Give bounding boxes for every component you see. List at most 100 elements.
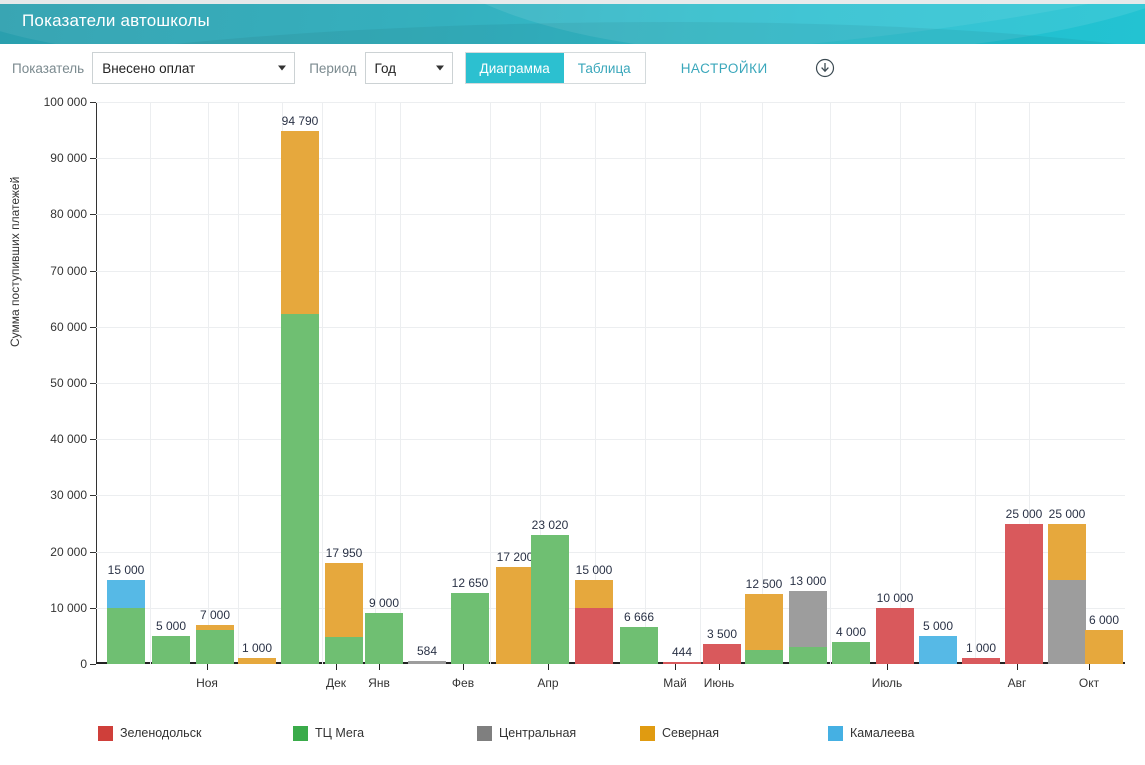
bar-value-label: 1 000 [241, 641, 273, 656]
chart-bar[interactable]: 17 950 [325, 546, 363, 664]
chart-bar[interactable]: 94 790 [281, 114, 319, 664]
chart-bar[interactable]: 25 000 [1048, 507, 1086, 664]
bar-value-label: 17 200 [496, 550, 534, 565]
chart-bar[interactable]: 3 500 [703, 627, 741, 664]
x-gridline [238, 102, 239, 664]
x-axis-tick-label: Фев [451, 676, 475, 690]
bar-segment[interactable] [832, 641, 870, 664]
bar-segment[interactable] [325, 563, 363, 638]
bar-segment[interactable] [919, 635, 957, 664]
bar-segment[interactable] [962, 658, 1000, 664]
bar-segment[interactable] [196, 624, 234, 631]
chart-bar[interactable]: 9 000 [365, 596, 403, 664]
chart-bar[interactable]: 584 [408, 644, 446, 664]
legend-item[interactable]: Центральная [477, 725, 576, 741]
chart-bar[interactable]: 5 000 [152, 619, 190, 664]
bar-segment[interactable] [496, 567, 534, 664]
tab-chart[interactable]: Диаграмма [465, 53, 564, 83]
legend-item[interactable]: Камалеева [828, 725, 915, 741]
chart-bar[interactable]: 15 000 [107, 563, 145, 664]
bar-value-label: 12 650 [451, 575, 489, 590]
settings-link[interactable]: НАСТРОЙКИ [681, 61, 768, 76]
bar-segment[interactable] [1048, 579, 1086, 664]
legend-item[interactable]: ТЦ Мега [293, 725, 364, 741]
chart-bar[interactable]: 5 000 [919, 619, 957, 664]
bar-segment[interactable] [1048, 523, 1086, 580]
x-axis-tick-mark [1017, 664, 1018, 670]
chart-bar[interactable]: 25 000 [1005, 507, 1043, 664]
chart-bar[interactable]: 10 000 [876, 591, 914, 664]
chart-bar[interactable]: 12 500 [745, 577, 783, 664]
y-gridline [96, 326, 1125, 328]
chart-bar[interactable]: 6 000 [1085, 613, 1123, 664]
bar-value-label: 5 000 [922, 618, 954, 633]
chart-bar[interactable]: 13 000 [789, 574, 827, 664]
bar-segment[interactable] [876, 607, 914, 664]
chart-bar[interactable]: 12 650 [451, 576, 489, 664]
x-axis-tick-mark [1089, 664, 1090, 670]
download-circle-icon[interactable] [814, 57, 836, 79]
bar-segment[interactable] [196, 630, 234, 664]
y-axis-tick-mark [90, 326, 96, 328]
bar-segment[interactable] [107, 607, 145, 664]
bar-segment[interactable] [281, 131, 319, 314]
y-axis-title: Сумма поступивших платежей [8, 176, 22, 347]
chart-bar[interactable]: 444 [663, 645, 701, 664]
x-axis-tick-label: Авг [1007, 676, 1027, 690]
bar-segment[interactable] [365, 613, 403, 664]
chart-bar[interactable]: 17 200 [496, 550, 534, 664]
y-gridline [96, 551, 1125, 553]
chart-bar[interactable]: 6 666 [620, 610, 658, 664]
bar-segment[interactable] [107, 579, 145, 608]
bar-segment[interactable] [703, 644, 741, 664]
legend-color-swatch [828, 725, 843, 741]
bar-segment[interactable] [620, 626, 658, 664]
bar-segment[interactable] [152, 635, 190, 664]
chart-bar[interactable]: 15 000 [575, 563, 613, 664]
bar-segment[interactable] [408, 660, 446, 664]
chart-bar[interactable]: 23 020 [531, 518, 569, 664]
bar-segment[interactable] [1005, 523, 1043, 664]
chart-bar[interactable]: 1 000 [962, 641, 1000, 664]
bar-segment[interactable] [1085, 630, 1123, 664]
x-gridline [400, 102, 401, 664]
tab-table[interactable]: Таблица [563, 53, 645, 83]
x-gridline [645, 102, 646, 664]
bar-segment[interactable] [575, 579, 613, 608]
legend-item[interactable]: Северная [640, 725, 719, 741]
x-gridline [830, 102, 831, 664]
chart-bar[interactable]: 7 000 [196, 608, 234, 664]
bar-value-label: 17 950 [325, 546, 363, 561]
y-axis-tick-mark [90, 270, 96, 272]
bar-value-label: 4 000 [835, 624, 867, 639]
bar-segment[interactable] [789, 647, 827, 664]
x-gridline [490, 102, 491, 664]
bar-segment[interactable] [281, 313, 319, 664]
indicator-select[interactable]: Внесено оплат [92, 52, 296, 84]
bar-segment[interactable] [789, 590, 827, 648]
legend-item[interactable]: Зеленодольск [98, 725, 201, 741]
x-axis-tick-label: Янв [368, 676, 390, 690]
bar-segment[interactable] [575, 607, 613, 664]
legend-label: Камалеева [850, 726, 915, 740]
bar-segment[interactable] [663, 661, 701, 664]
period-select[interactable]: Год [364, 52, 453, 84]
legend-color-swatch [477, 725, 492, 741]
legend-color-swatch [98, 725, 113, 741]
chart-bar[interactable]: 1 000 [238, 641, 276, 664]
bar-segment[interactable] [745, 593, 783, 650]
bar-value-label: 584 [416, 643, 438, 658]
y-axis-tick-mark [90, 664, 96, 665]
legend-color-swatch [640, 725, 655, 741]
bar-segment[interactable] [325, 637, 363, 664]
bar-value-label: 444 [671, 644, 693, 659]
bar-segment[interactable] [451, 592, 489, 664]
chart-bar[interactable]: 4 000 [832, 625, 870, 664]
bar-segment[interactable] [238, 658, 276, 664]
bar-segment[interactable] [745, 649, 783, 664]
y-gridline [96, 270, 1125, 272]
bar-segment[interactable] [531, 534, 569, 664]
y-axis-tick-mark [90, 551, 96, 553]
x-axis-tick-mark [719, 664, 720, 670]
bar-value-label: 3 500 [706, 627, 738, 642]
